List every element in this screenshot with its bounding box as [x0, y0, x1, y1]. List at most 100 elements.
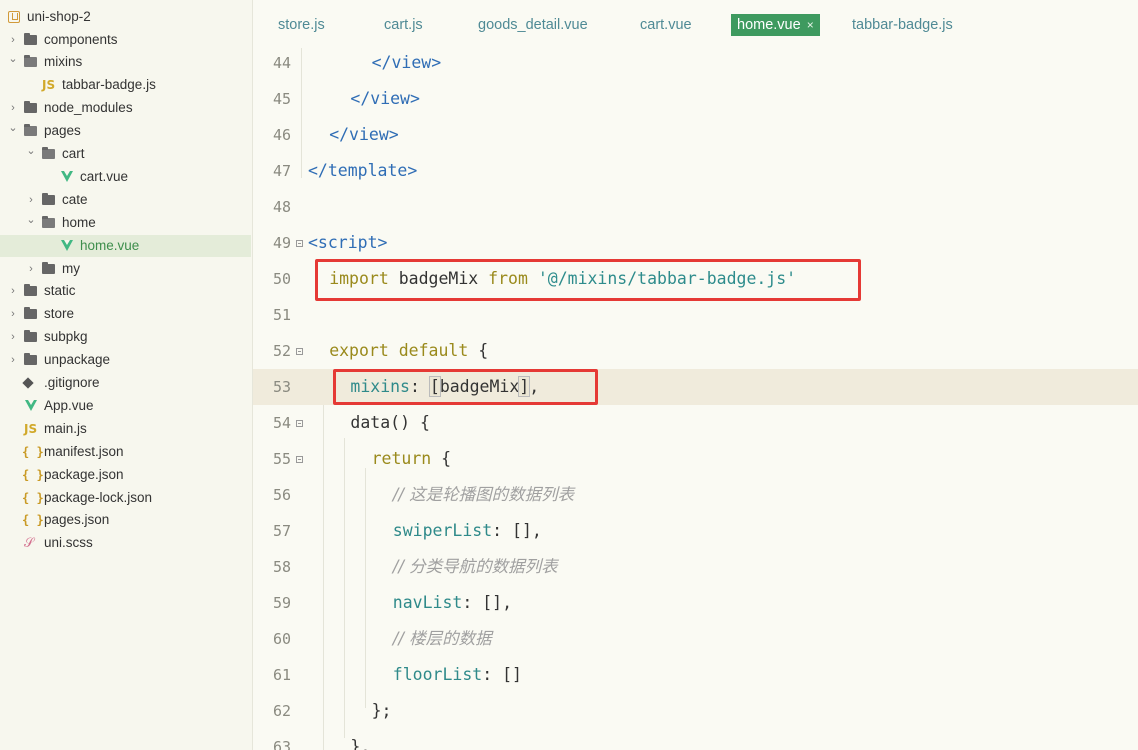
tree-file-manifest-json[interactable]: { } manifest.json: [0, 441, 251, 463]
chevron-down-icon[interactable]: ⌄: [8, 117, 18, 139]
tree-folder-mixins[interactable]: ⌄ mixins: [0, 51, 251, 73]
code-keyword: export default: [329, 341, 469, 360]
tab-tabbar-badge-js[interactable]: tabbar-badge.js: [846, 14, 959, 36]
code-line[interactable]: 52 export default {: [253, 333, 1138, 369]
chevron-right-icon[interactable]: ›: [8, 349, 18, 371]
tree-item-label: manifest.json: [44, 443, 124, 459]
code-line[interactable]: 48: [253, 189, 1138, 225]
tree-folder-static[interactable]: › static: [0, 280, 251, 302]
code-line[interactable]: 61 floorList: []: [253, 657, 1138, 693]
code-line[interactable]: 62};: [253, 693, 1138, 729]
tab-cart-js[interactable]: cart.js: [378, 14, 429, 36]
tree-item-label: pages: [44, 123, 81, 139]
chevron-down-icon[interactable]: ⌄: [26, 140, 36, 162]
close-icon[interactable]: ×: [807, 18, 814, 32]
vue-file-icon: [61, 239, 73, 251]
tree-file-main-js[interactable]: JS main.js: [0, 418, 251, 440]
code-comment: // 分类导航的数据列表: [392, 557, 558, 576]
line-number: 60: [272, 630, 291, 648]
tab-cart-vue[interactable]: cart.vue: [634, 14, 698, 36]
tree-folder-store[interactable]: › store: [0, 303, 251, 325]
tab-home-vue[interactable]: home.vue ×: [731, 14, 820, 36]
code-editor[interactable]: 44 </view> 45 </view> 46 </view> 47 </template>…: [253, 48, 1138, 750]
code-content: },: [350, 729, 370, 750]
project-root[interactable]: uni-shop-2: [0, 6, 251, 28]
code-line[interactable]: 56 // 这是轮播图的数据列表: [253, 477, 1138, 513]
import-highlight-box: [315, 259, 861, 301]
chevron-right-icon[interactable]: ›: [26, 189, 36, 211]
chevron-right-icon[interactable]: ›: [26, 258, 36, 280]
tree-file-home-vue[interactable]: home.vue: [0, 234, 251, 257]
folder-icon: [24, 101, 37, 114]
code-tag: <script>: [308, 233, 388, 252]
tab-label: tabbar-badge.js: [852, 17, 953, 33]
tree-folder-pages[interactable]: ⌄ pages: [0, 120, 251, 142]
tree-folder-unpackage[interactable]: › unpackage: [0, 349, 251, 371]
tree-file-gitignore[interactable]: .gitignore: [0, 372, 251, 394]
code-line[interactable]: 45 </view>: [253, 81, 1138, 117]
chevron-right-icon[interactable]: ›: [8, 326, 18, 348]
chevron-right-icon[interactable]: ›: [8, 303, 18, 325]
code-line[interactable]: 46 </view>: [253, 117, 1138, 153]
tab-store-js[interactable]: store.js: [272, 14, 331, 36]
tree-file-tabbar-badge-js[interactable]: JS tabbar-badge.js: [0, 74, 251, 96]
line-number: 55: [272, 450, 291, 468]
tree-item-label: .gitignore: [44, 375, 100, 390]
fold-toggle-icon[interactable]: [296, 456, 303, 463]
fold-toggle-icon[interactable]: [296, 348, 303, 355]
js-file-icon: JS: [42, 78, 56, 93]
code-line[interactable]: 60 // 楼层的数据: [253, 621, 1138, 657]
fold-toggle-icon[interactable]: [296, 240, 303, 247]
code-content: export default {: [329, 333, 488, 369]
tree-folder-cart[interactable]: ⌄ cart: [0, 143, 251, 165]
tree-item-label: static: [44, 283, 76, 299]
tree-folder-cate[interactable]: › cate: [0, 189, 251, 211]
tree-file-uni-scss[interactable]: 𝒮uni.scss: [0, 532, 251, 554]
project-icon: [8, 10, 20, 23]
tab-goods-detail-vue[interactable]: goods_detail.vue: [472, 14, 594, 36]
tree-folder-my[interactable]: › my: [0, 258, 251, 280]
chevron-right-icon[interactable]: ›: [8, 97, 18, 119]
line-number: 44: [272, 54, 291, 72]
tab-label: goods_detail.vue: [478, 17, 588, 33]
line-number: 45: [272, 90, 291, 108]
tree-file-cart-vue[interactable]: cart.vue: [0, 166, 251, 188]
code-line[interactable]: 59 navList: [],: [253, 585, 1138, 621]
chevron-down-icon[interactable]: ⌄: [8, 48, 18, 70]
code-line[interactable]: 57 swiperList: [],: [253, 513, 1138, 549]
code-line[interactable]: 55 return {: [253, 441, 1138, 477]
code-content: <script>: [308, 225, 387, 261]
chevron-down-icon[interactable]: ⌄: [26, 209, 36, 231]
tree-folder-node-modules[interactable]: › node_modules: [0, 97, 251, 119]
code-tag: </view>: [329, 125, 399, 144]
tab-label: store.js: [278, 17, 325, 33]
tree-file-app-vue[interactable]: App.vue: [0, 395, 251, 417]
code-identifier: data: [350, 413, 391, 432]
vue-file-icon: [61, 170, 73, 182]
line-number: 63: [272, 738, 291, 750]
code-content: </view>: [350, 81, 420, 117]
tree-file-package-json[interactable]: { } package.json: [0, 464, 251, 486]
code-line[interactable]: 58 // 分类导航的数据列表: [253, 549, 1138, 585]
tree-item-label: App.vue: [44, 397, 94, 413]
folder-open-icon: [24, 55, 37, 68]
code-line[interactable]: 63},: [253, 729, 1138, 750]
code-punctuation: : [],: [462, 593, 513, 612]
code-content: data() {: [350, 405, 430, 441]
tree-folder-components[interactable]: › components: [0, 29, 251, 51]
code-line[interactable]: 47 </template>: [253, 153, 1138, 189]
tree-folder-subpkg[interactable]: › subpkg: [0, 326, 251, 348]
code-line[interactable]: 51: [253, 297, 1138, 333]
chevron-right-icon[interactable]: ›: [8, 280, 18, 302]
code-line[interactable]: 44 </view>: [253, 48, 1138, 81]
line-number: 49: [272, 234, 291, 252]
tree-folder-home[interactable]: ⌄ home: [0, 212, 251, 234]
code-line[interactable]: 54 data() {: [253, 405, 1138, 441]
fold-toggle-icon[interactable]: [296, 420, 303, 427]
tree-item-label: uni.scss: [44, 535, 93, 551]
tree-file-pages-json[interactable]: { } pages.json: [0, 509, 251, 531]
line-number: 58: [272, 558, 291, 576]
code-line[interactable]: 49 <script>: [253, 225, 1138, 261]
chevron-right-icon[interactable]: ›: [8, 29, 18, 51]
tree-file-package-lock-json[interactable]: { } package-lock.json: [0, 487, 251, 509]
